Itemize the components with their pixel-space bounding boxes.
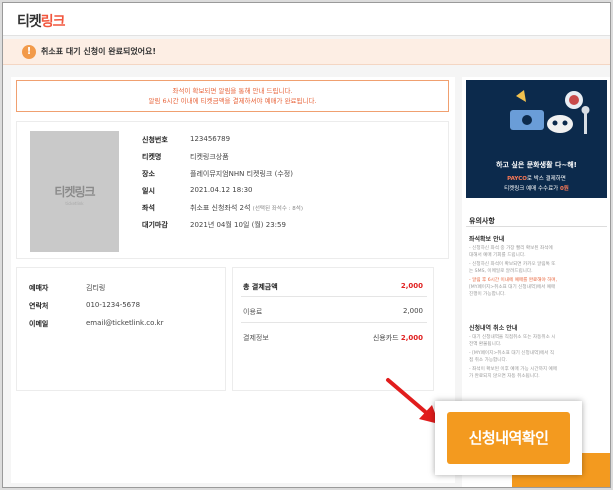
detail-label: 신청번호 [142, 136, 168, 144]
poster-title: 티켓링크 [54, 185, 95, 199]
section-line: 가 완료되지 않으면 자동 취소됩니다. [469, 374, 540, 379]
logo[interactable]: 티켓링크 [17, 11, 66, 31]
culture-items-illustration [510, 90, 590, 134]
fee-label: 이용료 [243, 308, 263, 316]
detail-value: 취소표 신청좌석 2석 (선택된 좌석수 : 8석) [190, 203, 303, 213]
detail-label: 티켓명 [142, 153, 162, 161]
booker-value: 김티링 [86, 284, 106, 292]
notice-title: 유의사항 [469, 217, 495, 225]
detail-label: 장소 [142, 170, 155, 178]
poster-subtitle: ticketlink [65, 201, 84, 206]
banner-line-3: 티켓링크 예매 수수료가 0원 [504, 186, 569, 192]
payco-highlight: PAYCO [507, 176, 527, 182]
section-line: - 좌석이 확보된 이후 예매 가능 시간까지 예매 [469, 367, 557, 372]
section-line: 진행이 가능합니다. [469, 292, 506, 297]
notice-bar: ! 취소표 대기 신청이 완료되었어요! [3, 39, 610, 65]
divider [241, 322, 427, 323]
booker-value: email@ticketlink.co.kr [86, 319, 164, 327]
notice-text: 취소표 대기 신청이 완료되었어요! [41, 47, 157, 56]
warning-line-1: 좌석이 확보되면 알림을 통해 안내 드립니다. [172, 87, 293, 95]
divider [466, 226, 607, 227]
detail-label: 대기마감 [142, 221, 168, 229]
section-title: 좌석확보 안내 [469, 236, 505, 243]
detail-value: 티켓링크상품 [190, 153, 229, 161]
section-title: 신청내역 취소 안내 [469, 325, 518, 332]
logo-part2: 링크 [40, 14, 66, 30]
alert-icon: ! [22, 45, 36, 59]
booker-label: 예매자 [29, 284, 49, 292]
section-line: - 대기 신청내역을 직접취소 또는 자동취소 시 [469, 335, 556, 340]
payco-banner[interactable]: 하고 싶은 문화생활 다~해! PAYCO로 박스 결제하면 티켓링크 예매 수… [466, 80, 607, 198]
page-frame: 티켓링크 ! 취소표 대기 신청이 완료되었어요! 좌석이 확보되면 알림을 통… [2, 2, 611, 488]
section-line: 전액 환불됩니다. [469, 342, 502, 347]
payment-method: 신용카드 [372, 334, 399, 342]
detail-value: 123456789 [190, 135, 231, 143]
detail-value: 2021.04.12 18:30 [190, 186, 253, 194]
divider [241, 296, 427, 297]
warning-line-2: 알림 6시간 이내에 티켓금액을 결제하셔야 예매가 완료됩니다. [148, 97, 317, 105]
payment-info-label: 결제정보 [243, 334, 269, 342]
section-line: - 신청하신 좌석 중 가장 빨리 확보된 좌석에 [469, 246, 553, 251]
section-line: - [MY페이지>취소표 대기 신청내역]에서 직 [469, 351, 555, 356]
payment-card: 총 결제금액 2,000 이용료 2,000 결제정보 신용카드 2,000 [232, 267, 434, 391]
ticket-info-card: 티켓링크 ticketlink 신청번호 123456789 티켓명 티켓링크상… [16, 121, 449, 259]
detail-label: 좌석 [142, 204, 155, 212]
booker-label: 이메일 [29, 320, 49, 328]
detail-value: 2021년 04월 10일 (월) 23:59 [190, 221, 286, 229]
section-line: 대해서 예매 기회를 드립니다. [469, 253, 526, 258]
section-line: [MY페이지>취소표 대기 신청내역]에서 예매 [469, 285, 556, 290]
detail-label: 일시 [142, 187, 155, 195]
section-line: 는 SMS, 이메일로 알려드립니다. [469, 269, 533, 274]
booker-info-card: 예매자 김티링 연락처 010-1234-5678 이메일 email@tick… [16, 267, 226, 391]
view-application-button[interactable]: 신청내역확인 [447, 412, 570, 464]
confirm-popout: 신청내역확인 [435, 401, 582, 475]
poster-image: 티켓링크 ticketlink [30, 131, 119, 252]
section-line: 접 취소 가능합니다. [469, 358, 508, 363]
logo-part1: 티켓 [17, 14, 42, 30]
booker-label: 연락처 [29, 302, 49, 310]
detail-value: 플레이뮤지엄NHN 티켓링크 (수정) [190, 170, 293, 178]
payment-info-value: 신용카드 2,000 [373, 333, 423, 343]
fee-value: 2,000 [402, 307, 423, 315]
payment-amount: 2,000 [400, 334, 423, 342]
warning-box: 좌석이 확보되면 알림을 통해 안내 드립니다. 알림 6시간 이내에 티켓금액… [16, 80, 449, 112]
banner-line-2: PAYCO로 박스 결제하면 [507, 176, 566, 182]
seat-count-note: (선택된 좌석수 : 8석) [252, 206, 303, 212]
total-value: 2,000 [400, 282, 423, 290]
section-line: - 신청하신 좌석이 확보되면 카카오 알림톡 또 [469, 262, 556, 267]
booker-value: 010-1234-5678 [86, 301, 141, 309]
seat-request: 취소표 신청좌석 2석 [190, 204, 251, 212]
zero-fee-highlight: 0원 [559, 186, 569, 192]
banner-headline: 하고 싶은 문화생활 다~해! [496, 161, 577, 169]
section-line: - 알림 후 6시간 이내에 예매를 완료해야 하며, [469, 278, 558, 283]
header: 티켓링크 [3, 3, 610, 36]
